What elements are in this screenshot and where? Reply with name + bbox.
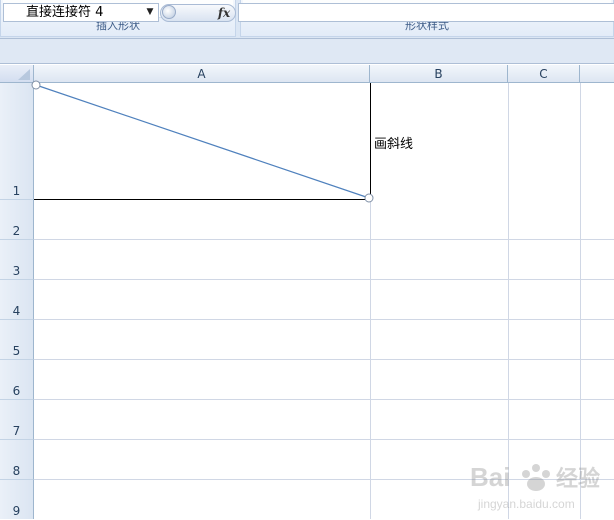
connector-start-handle [31,80,41,90]
svg-text:jingyan.baidu.com: jingyan.baidu.com [477,497,575,511]
svg-text:经验: 经验 [556,466,600,492]
svg-text:Bai: Bai [470,462,510,492]
connector-end-handle [364,193,374,203]
baidu-jingyan-watermark: Bai 经验 jingyan.baidu.com [468,452,614,516]
drawing-layer [31,80,374,203]
diagonal-connector-line [35,84,370,199]
